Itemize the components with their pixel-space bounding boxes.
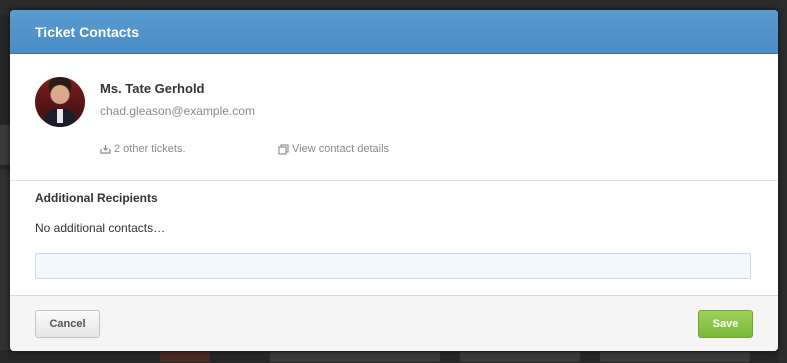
avatar — [35, 77, 85, 127]
save-button[interactable]: Save — [698, 310, 753, 338]
contact-links: 2 other tickets. View contact details — [100, 143, 389, 157]
view-contact-details-link[interactable]: View contact details — [278, 143, 389, 155]
recipient-input[interactable] — [35, 253, 751, 279]
other-tickets-label: 2 other tickets. — [114, 143, 186, 155]
background-left-edge — [0, 125, 10, 165]
contact-name: Ms. Tate Gerhold — [100, 81, 205, 96]
background-right-edge — [778, 0, 787, 363]
inbox-icon — [100, 145, 111, 154]
contact-card: Ms. Tate Gerhold chad.gleason@example.co… — [10, 54, 778, 181]
cancel-button[interactable]: Cancel — [35, 310, 100, 338]
avatar-shirt — [57, 109, 63, 123]
background-left-panel — [0, 170, 10, 350]
contact-email: chad.gleason@example.com — [100, 104, 255, 118]
copy-icon — [278, 143, 289, 155]
no-contacts-text: No additional contacts… — [35, 221, 166, 235]
ticket-contacts-modal: Ticket Contacts Ms. Tate Gerhold chad.gl… — [10, 10, 778, 351]
modal-title: Ticket Contacts — [35, 23, 139, 40]
modal-footer: Cancel Save — [10, 296, 778, 351]
modal-header: Ticket Contacts — [10, 10, 778, 54]
other-tickets-link[interactable]: 2 other tickets. — [100, 143, 186, 155]
additional-recipients-section: Additional Recipients No additional cont… — [10, 181, 778, 296]
additional-recipients-heading: Additional Recipients — [35, 191, 158, 205]
view-contact-details-label: View contact details — [292, 143, 390, 155]
